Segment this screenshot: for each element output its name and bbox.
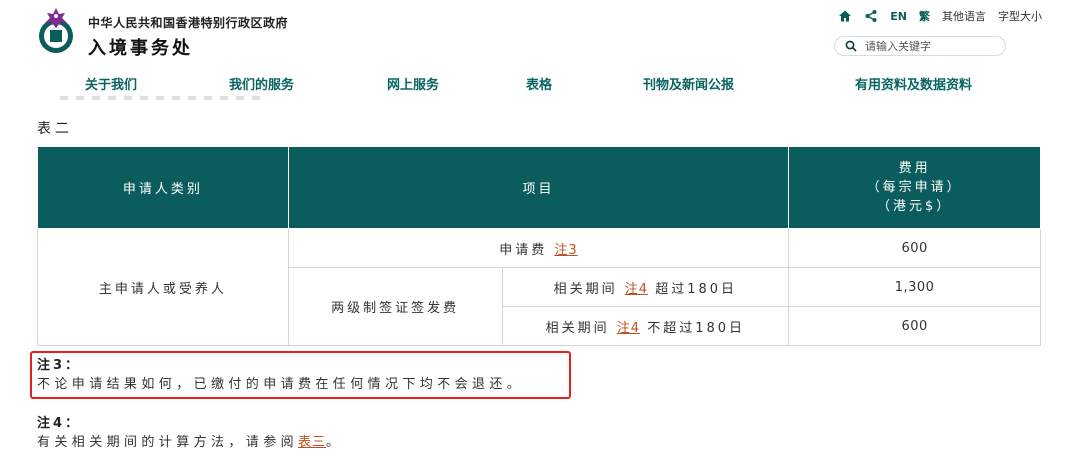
visa-fee-cell: 两级制签证签发费 bbox=[287, 267, 503, 346]
nav-forms[interactable]: 表格 bbox=[526, 74, 552, 93]
note-4: 注4： 有关相关期间的计算方法，请参阅表三。 bbox=[37, 414, 343, 452]
application-fee-label: 申请费 bbox=[499, 242, 548, 258]
fee-value: 600 bbox=[788, 228, 1041, 268]
share-icon[interactable] bbox=[864, 9, 878, 23]
nav-publications-press[interactable]: 刊物及新闻公报 bbox=[643, 74, 734, 93]
header-fee: 费用 （每宗申请） （港元$） bbox=[788, 146, 1041, 229]
breadcrumb-fragment bbox=[60, 96, 260, 100]
nav-our-services[interactable]: 我们的服务 bbox=[229, 74, 294, 93]
note4-link[interactable]: 注4 bbox=[625, 282, 648, 297]
nav-about-us[interactable]: 关于我们 bbox=[85, 74, 137, 93]
government-name: 中华人民共和国香港特别行政区政府 bbox=[88, 16, 289, 30]
application-fee-cell: 申请费 注3 bbox=[287, 228, 790, 268]
table3-link[interactable]: 表三 bbox=[298, 435, 326, 450]
fee-value: 600 bbox=[788, 306, 1041, 346]
main-nav: 关于我们 我们的服务 网上服务 表格 刊物及新闻公报 有用资料及数据资料 bbox=[0, 74, 1080, 94]
period-over-cell: 相关期间 注4 超过180日 bbox=[501, 267, 790, 307]
note4-text-before: 有关相关期间的计算方法，请参阅 bbox=[37, 435, 299, 450]
table-title: 表二 bbox=[37, 121, 73, 137]
note4-link[interactable]: 注4 bbox=[617, 321, 640, 336]
note4-text: 有关相关期间的计算方法，请参阅表三。 bbox=[37, 433, 343, 452]
header-applicant-category: 申请人类别 bbox=[37, 146, 289, 229]
table-header-row: 申请人类别 项目 费用 （每宗申请） （港元$） bbox=[37, 146, 1041, 229]
font-size-link[interactable]: 字型大小 bbox=[998, 8, 1042, 24]
fee-table: 申请人类别 项目 费用 （每宗申请） （港元$） 主申请人或受养人 申请费 注3… bbox=[37, 146, 1041, 346]
period-label: 相关期间 bbox=[553, 281, 618, 297]
other-languages-link[interactable]: 其他语言 bbox=[942, 8, 986, 24]
not-over-180-label: 不超过180日 bbox=[647, 320, 746, 336]
fee-value: 1,300 bbox=[788, 267, 1041, 307]
lang-traditional-link[interactable]: 繁 bbox=[919, 8, 930, 24]
hk-immigration-emblem-icon[interactable] bbox=[36, 6, 76, 56]
search-icon[interactable] bbox=[845, 40, 857, 52]
note3-label: 注3： bbox=[37, 358, 82, 373]
period-not-over-cell: 相关期间 注4 不超过180日 bbox=[501, 306, 790, 346]
header-fee-line3: （港元$） bbox=[876, 199, 953, 214]
nav-online-services[interactable]: 网上服务 bbox=[387, 74, 439, 93]
note-3: 注3： 不论申请结果如何，已缴付的申请费在任何情况下均不会退还。 bbox=[37, 356, 524, 394]
note4-text-after: 。 bbox=[326, 435, 344, 450]
note4-label: 注4： bbox=[37, 416, 82, 431]
utility-bar: EN 繁 其他语言 字型大小 bbox=[838, 8, 1042, 24]
header-fee-line2: （每宗申请） bbox=[866, 180, 963, 195]
search-box[interactable] bbox=[834, 36, 1006, 56]
nav-useful-info[interactable]: 有用资料及数据资料 bbox=[855, 74, 972, 93]
period-label: 相关期间 bbox=[545, 320, 610, 336]
applicant-category-cell: 主申请人或受养人 bbox=[37, 228, 289, 346]
over-180-label: 超过180日 bbox=[655, 281, 738, 297]
lang-en-link[interactable]: EN bbox=[890, 10, 907, 23]
header-item: 项目 bbox=[287, 146, 790, 229]
note3-link[interactable]: 注3 bbox=[554, 243, 577, 258]
site-header: 中华人民共和国香港特别行政区政府 入境事务处 EN 繁 其他语言 字型大小 关于… bbox=[0, 0, 1080, 100]
table-row: 主申请人或受养人 申请费 注3 600 bbox=[37, 228, 1041, 346]
home-icon[interactable] bbox=[838, 9, 852, 23]
department-name[interactable]: 入境事务处 bbox=[88, 34, 193, 60]
search-input[interactable] bbox=[865, 39, 995, 53]
note3-text: 不论申请结果如何，已缴付的申请费在任何情况下均不会退还。 bbox=[37, 377, 525, 392]
header-fee-line1: 费用 bbox=[898, 161, 931, 176]
